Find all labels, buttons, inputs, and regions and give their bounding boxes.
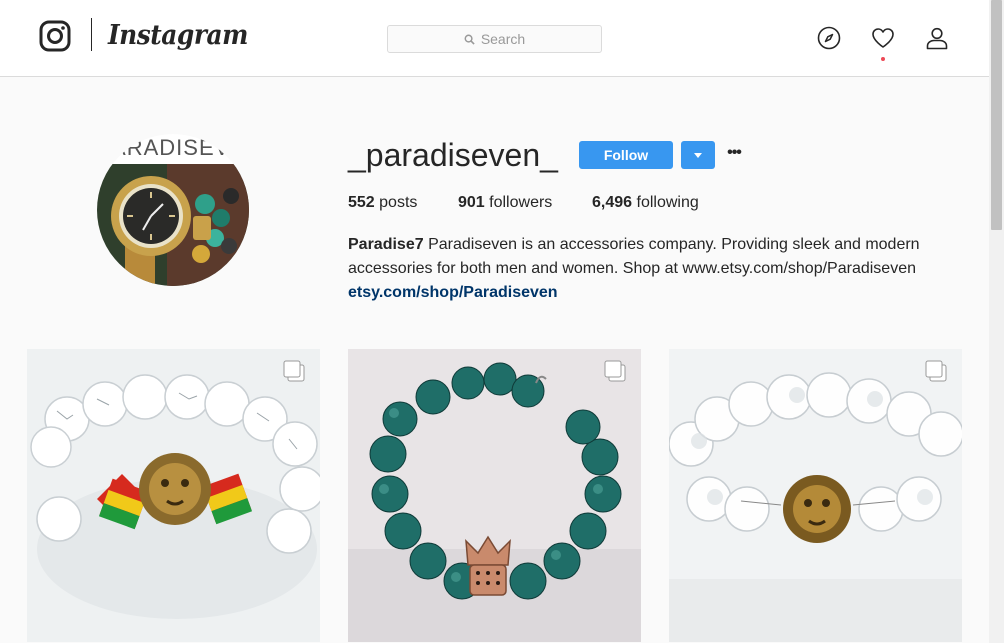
post-thumbnail[interactable]: [348, 349, 641, 642]
followers-label: followers: [489, 194, 553, 211]
activity-notification-dot: [881, 57, 885, 61]
profile-avatar[interactable]: PARADISEVEN: [97, 134, 249, 286]
post-photo: [348, 349, 641, 642]
profile-full-name: Paradise7: [348, 236, 424, 253]
multiple-photos-icon: [283, 360, 305, 382]
search-box[interactable]: Search: [387, 25, 602, 53]
post-photo: [669, 349, 962, 642]
follow-button[interactable]: Follow: [579, 141, 673, 169]
more-options-button[interactable]: •••: [724, 143, 744, 167]
explore-compass-icon[interactable]: [817, 26, 841, 50]
post-photo: [27, 349, 320, 642]
following-count: 6,496: [592, 194, 633, 211]
followers-count: 901: [458, 194, 485, 211]
posts-stat: 552 posts: [348, 193, 417, 213]
post-thumbnail[interactable]: [669, 349, 962, 642]
post-thumbnail[interactable]: [27, 349, 320, 642]
multiple-photos-icon: [925, 360, 947, 382]
following-label: following: [636, 194, 699, 211]
scrollbar-thumb[interactable]: [991, 0, 1002, 230]
profile-username: _paradiseven_: [348, 137, 558, 173]
posts-count: 552: [348, 194, 375, 211]
person-icon[interactable]: [925, 26, 949, 50]
following-stat[interactable]: 6,496 following: [592, 193, 699, 213]
caret-down-icon: [694, 153, 702, 158]
top-nav-bar: Instagram Search: [0, 0, 989, 77]
profile-bio-text: Paradiseven is an accessories company. P…: [348, 236, 920, 277]
followers-stat[interactable]: 901 followers: [458, 193, 552, 213]
profile-website-link[interactable]: etsy.com/shop/Paradiseven: [348, 281, 558, 305]
search-input[interactable]: [388, 26, 601, 52]
posts-label: posts: [379, 194, 418, 211]
heart-icon[interactable]: [871, 26, 895, 50]
multiple-photos-icon: [604, 360, 626, 382]
logo-divider: [91, 18, 92, 51]
suggestions-dropdown-button[interactable]: [681, 141, 715, 169]
instagram-wordmark[interactable]: Instagram: [108, 16, 248, 56]
instagram-glyph-icon[interactable]: [39, 20, 71, 52]
page-scrollbar[interactable]: [989, 0, 1004, 643]
profile-bio: Paradise7 Paradiseven is an accessories …: [348, 233, 938, 281]
instagram-profile-page: Instagram Search Search PARADISEVEN _par…: [0, 0, 1004, 643]
avatar-overlay-text: PARADISEVEN: [97, 135, 249, 160]
